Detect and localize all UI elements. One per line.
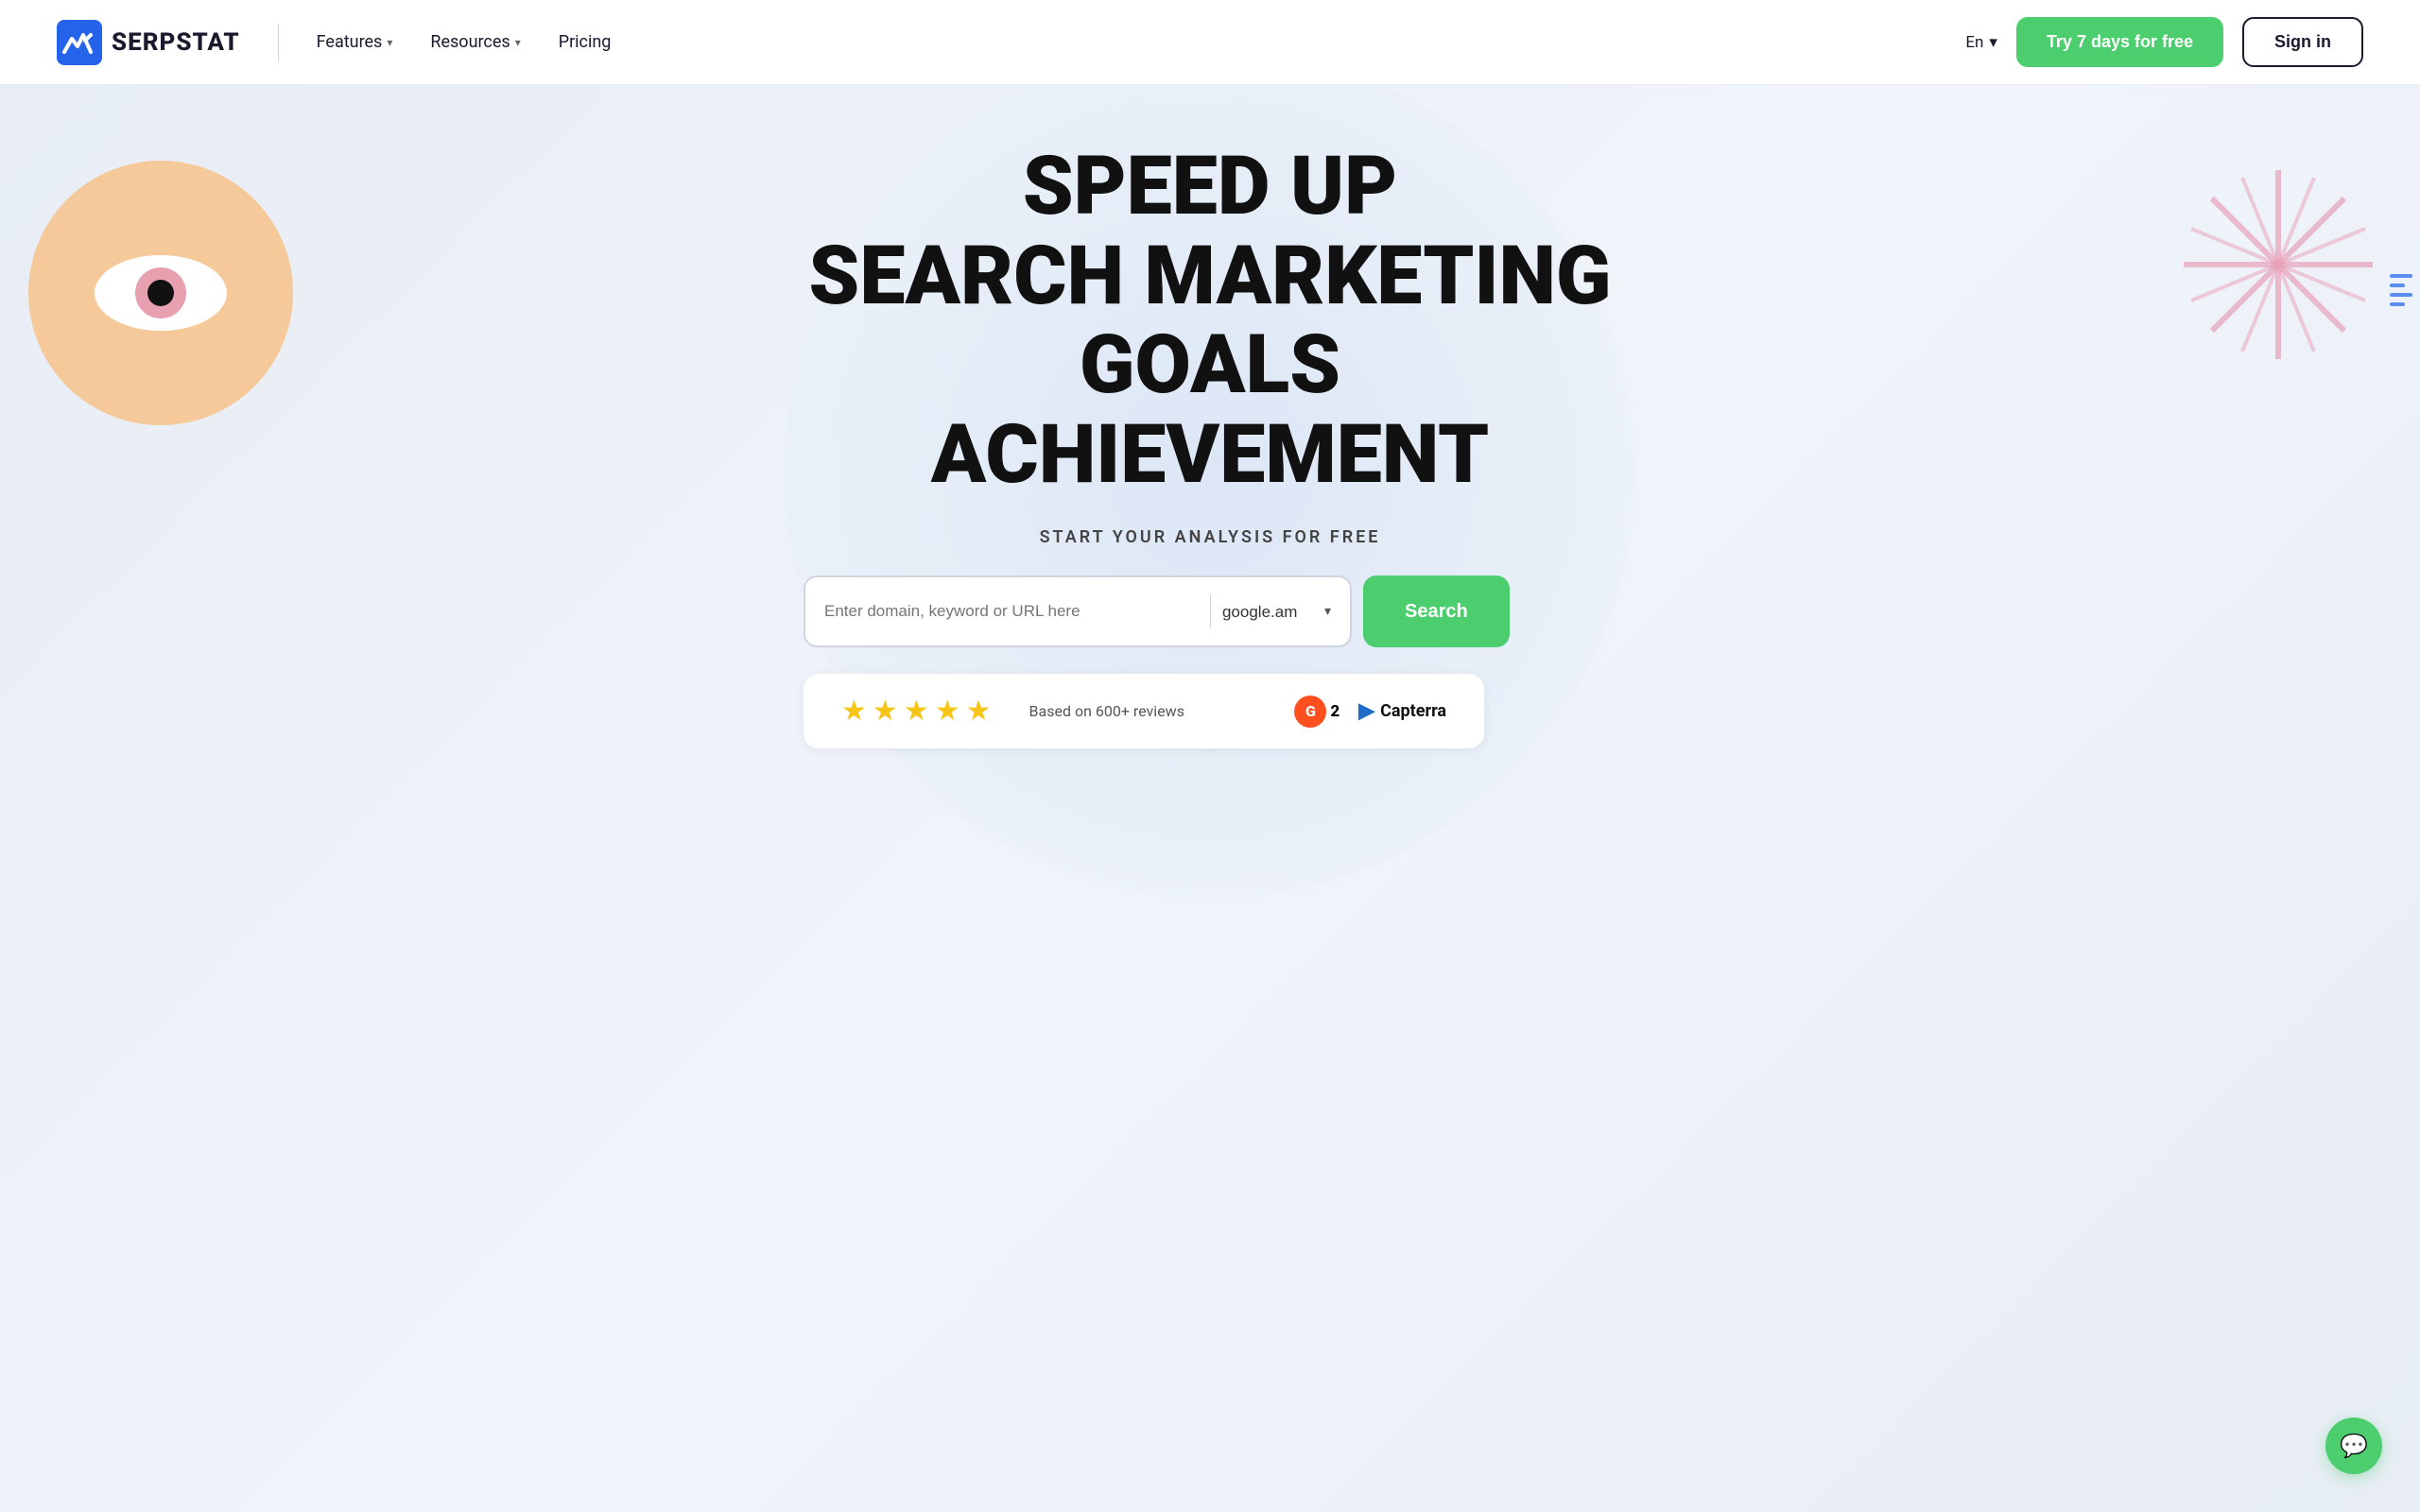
reviews-text: Based on 600+ reviews: [1029, 702, 1184, 720]
hero-section: SPEED UP SEARCH MARKETING GOALS ACHIEVEM…: [0, 85, 2420, 1512]
star-1: ★: [841, 695, 867, 728]
hero-title-line1: SPEED UP: [804, 142, 1616, 232]
starburst-decoration: [2174, 161, 2382, 369]
g2-logo: G 2: [1294, 696, 1340, 728]
star-3: ★: [904, 695, 929, 728]
hero-title: SPEED UP SEARCH MARKETING GOALS ACHIEVEM…: [804, 142, 1616, 499]
blue-arrows-decoration: [2390, 274, 2420, 306]
language-selector[interactable]: En ▾: [1965, 33, 1997, 52]
country-select-wrapper: google.am google.com google.co.uk google…: [1222, 603, 1331, 621]
g2-icon: G: [1294, 696, 1326, 728]
star-2: ★: [873, 695, 898, 728]
nav-links: Features ▾ Resources ▾ Pricing: [317, 32, 612, 52]
g2-label: 2: [1330, 702, 1340, 721]
lang-chevron-icon: ▾: [1989, 33, 1997, 52]
search-container: google.am google.com google.co.uk google…: [804, 576, 1616, 647]
review-logos: G 2 ▶ Capterra: [1294, 696, 1446, 728]
hero-content: SPEED UP SEARCH MARKETING GOALS ACHIEVEM…: [804, 142, 1616, 748]
eye-decoration: [28, 161, 293, 425]
logo-link[interactable]: SERPSTAT: [57, 20, 240, 65]
try-free-button[interactable]: Try 7 days for free: [2016, 17, 2223, 67]
serpstat-logo-icon: [57, 20, 102, 65]
navbar: SERPSTAT Features ▾ Resources ▾ Pricing …: [0, 0, 2420, 85]
select-chevron-icon: ▾: [1324, 604, 1331, 619]
star-4: ★: [935, 695, 960, 728]
country-select[interactable]: google.am google.com google.co.uk google…: [1222, 603, 1319, 621]
star-5-half: ★: [966, 695, 992, 728]
signin-button[interactable]: Sign in: [2242, 17, 2363, 67]
search-divider: [1210, 594, 1211, 628]
search-button[interactable]: Search: [1363, 576, 1510, 647]
capterra-icon: ▶: [1358, 699, 1374, 723]
search-input[interactable]: [824, 602, 1199, 621]
hero-title-line3: GOALS ACHIEVEMENT: [804, 320, 1616, 499]
brand-name: SERPSTAT: [112, 28, 240, 57]
resources-chevron-icon: ▾: [515, 36, 521, 49]
star-rating: ★ ★ ★ ★ ★: [841, 695, 992, 728]
capterra-label: Capterra: [1380, 701, 1446, 721]
reviews-bar: ★ ★ ★ ★ ★ Based on 600+ reviews G 2 ▶ Ca…: [804, 674, 1484, 748]
chat-button[interactable]: 💬: [2325, 1418, 2382, 1474]
chat-icon: 💬: [2340, 1433, 2368, 1459]
nav-features[interactable]: Features ▾: [317, 32, 393, 52]
nav-pricing[interactable]: Pricing: [559, 32, 612, 52]
hero-subtitle: START YOUR ANALYSIS FOR FREE: [804, 527, 1616, 547]
nav-divider: [278, 24, 279, 61]
features-chevron-icon: ▾: [387, 36, 392, 49]
hero-title-line2: SEARCH MARKETING: [804, 232, 1616, 321]
search-input-wrapper: google.am google.com google.co.uk google…: [804, 576, 1352, 647]
nav-right: En ▾ Try 7 days for free Sign in: [1965, 17, 2363, 67]
nav-resources[interactable]: Resources ▾: [430, 32, 520, 52]
capterra-logo: ▶ Capterra: [1358, 699, 1446, 723]
